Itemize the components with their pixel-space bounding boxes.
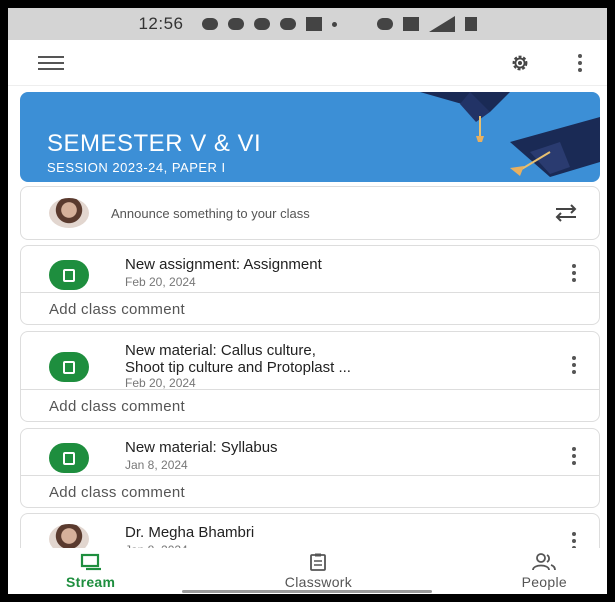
chat-icon: [201, 18, 218, 30]
assignment-icon: [49, 260, 89, 290]
announce-placeholder: Announce something to your class: [111, 205, 310, 221]
status-time: 12:56: [138, 14, 184, 33]
classwork-icon: [310, 553, 327, 571]
post-card[interactable]: New material: Callus culture, Shoot tip …: [20, 331, 600, 422]
message-icon: [279, 18, 296, 30]
stream-icon: [80, 553, 101, 570]
announce-box[interactable]: Announce something to your class: [20, 186, 600, 240]
settings-gear-icon[interactable]: [509, 52, 531, 74]
post-title-line2: Shoot tip culture and Protoplast ...: [125, 359, 351, 376]
add-comment-button[interactable]: Add class comment: [21, 475, 599, 501]
nav-people[interactable]: People: [521, 552, 567, 590]
post-author: Dr. Megha Bhambri: [125, 524, 255, 541]
post-options-icon[interactable]: [569, 264, 579, 282]
post-date: Jan 8, 2024: [125, 458, 188, 472]
people-icon: [532, 552, 557, 570]
avatar: [49, 198, 89, 228]
post-options-icon[interactable]: [569, 356, 579, 374]
notification-icons: [201, 17, 337, 31]
post-title: New material: Callus culture,: [125, 342, 316, 359]
app-icon: [253, 18, 270, 30]
post-title: New assignment: Assignment: [125, 256, 322, 273]
post-title: New material: Syllabus: [125, 439, 278, 456]
post-options-icon[interactable]: [569, 447, 579, 465]
nav-stream[interactable]: Stream: [66, 553, 115, 590]
battery-icon: [464, 17, 477, 31]
system-icons: [376, 16, 477, 32]
status-bar: 12:56: [8, 8, 607, 40]
more-options-icon[interactable]: [575, 53, 585, 72]
post-card[interactable]: New material: Syllabus Jan 8, 2024 Add c…: [20, 428, 600, 508]
phone-screen: 12:56 SEMESTER V & VI SESSION 2023-24, P…: [8, 8, 607, 594]
class-banner[interactable]: SEMESTER V & VI SESSION 2023-24, PAPER I: [20, 92, 600, 182]
more-notifications-icon: [331, 21, 337, 27]
add-comment-button[interactable]: Add class comment: [21, 389, 599, 415]
nav-classwork[interactable]: Classwork: [285, 553, 352, 590]
post-date: Feb 20, 2024: [125, 376, 196, 390]
add-comment-button[interactable]: Add class comment: [21, 292, 599, 318]
location-icon: [227, 18, 244, 30]
image-icon: [305, 17, 322, 31]
gesture-bar[interactable]: [182, 590, 432, 593]
signal-icon: [428, 16, 455, 32]
post-date: Feb 20, 2024: [125, 275, 196, 289]
graduation-cap-icon: [420, 92, 600, 177]
menu-icon[interactable]: [38, 55, 64, 70]
class-title: SEMESTER V & VI: [47, 130, 262, 157]
nav-people-label: People: [521, 573, 567, 590]
material-icon: [49, 443, 89, 473]
volte-icon: [402, 17, 419, 31]
nav-classwork-label: Classwork: [284, 573, 353, 590]
bottom-navigation: Stream Classwork People: [8, 548, 607, 594]
nav-stream-label: Stream: [66, 573, 116, 590]
alarm-icon: [376, 18, 393, 30]
repost-icon[interactable]: [553, 203, 579, 223]
post-card[interactable]: New assignment: Assignment Feb 20, 2024 …: [20, 245, 600, 325]
app-bar: [8, 40, 607, 86]
class-subtitle: SESSION 2023-24, PAPER I: [47, 160, 226, 175]
material-icon: [49, 352, 89, 382]
